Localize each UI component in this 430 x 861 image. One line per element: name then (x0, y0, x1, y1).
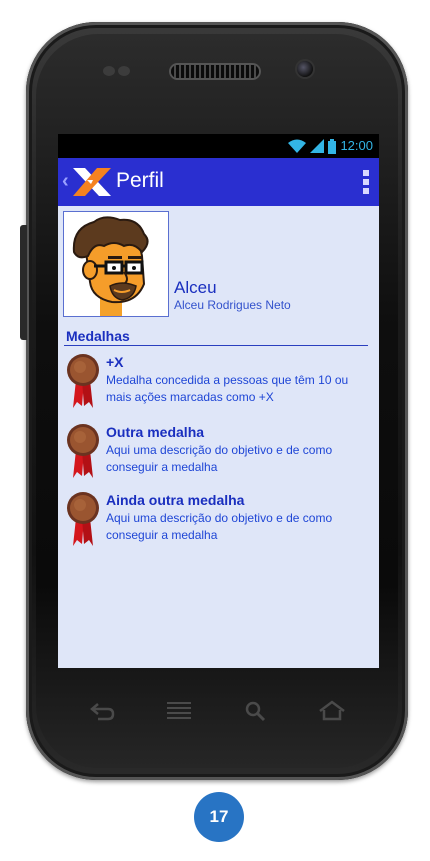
search-icon[interactable] (244, 700, 266, 722)
volume-button[interactable] (20, 225, 27, 340)
app-logo-icon[interactable] (71, 166, 113, 198)
battery-icon (328, 138, 337, 154)
status-bar: 12:00 (58, 134, 379, 158)
medal-description: Aqui uma descrição do objetivo e de como… (106, 511, 333, 542)
medal-item[interactable]: Ainda outra medalha Aqui uma descrição d… (66, 492, 366, 556)
front-camera (297, 61, 313, 77)
light-sensor (118, 66, 130, 76)
medals-section-title: Medalhas (66, 328, 130, 344)
proximity-sensor (103, 66, 115, 76)
user-full-name: Alceu Rodrigues Neto (174, 298, 291, 312)
back-icon[interactable] (90, 700, 116, 722)
app-bar: ‹ Perfil (58, 158, 379, 206)
medal-icon (67, 424, 99, 478)
menu-icon[interactable] (167, 700, 191, 722)
medal-icon (67, 492, 99, 546)
page-number-badge: 17 (194, 792, 244, 842)
avatar-cartoon-icon (64, 212, 168, 316)
overflow-menu-icon[interactable] (363, 170, 369, 194)
medal-title: Ainda outra medalha (106, 492, 245, 508)
medal-item[interactable]: Outra medalha Aqui uma descrição do obje… (66, 424, 366, 488)
medal-item[interactable]: +X Medalha concedida a pessoas que têm 1… (66, 354, 366, 418)
signal-icon (310, 139, 325, 153)
screen: 12:00 ‹ Perfil Alceu Alceu Rodrigues Net… (58, 134, 379, 668)
section-divider (64, 345, 368, 346)
wifi-icon (288, 139, 307, 153)
medal-description: Medalha concedida a pessoas que têm 10 o… (106, 373, 349, 404)
page-title: Perfil (116, 169, 164, 192)
status-time: 12:00 (340, 138, 373, 153)
medal-description: Aqui uma descrição do objetivo e de como… (106, 443, 333, 474)
medal-title: Outra medalha (106, 424, 205, 440)
avatar (63, 211, 169, 317)
medal-title: +X (106, 354, 124, 370)
medal-icon (67, 354, 99, 408)
user-name: Alceu (174, 278, 217, 297)
home-icon[interactable] (318, 700, 346, 722)
back-chevron-icon[interactable]: ‹ (62, 170, 69, 193)
earpiece-speaker (171, 65, 259, 78)
